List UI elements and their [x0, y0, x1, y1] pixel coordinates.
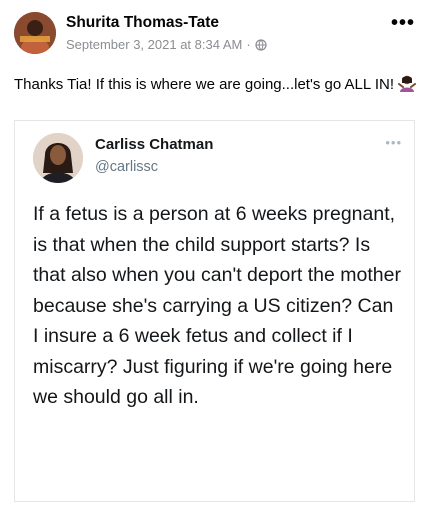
embedded-tweet[interactable]: Carliss Chatman @carlissc ••• If a fetus…	[14, 120, 415, 502]
meta-separator: ·	[246, 37, 251, 52]
post-timestamp[interactable]: September 3, 2021 at 8:34 AM	[66, 37, 242, 52]
woman-gesturing-icon	[398, 75, 416, 92]
post-header: Shurita Thomas-Tate September 3, 2021 at…	[0, 0, 429, 62]
tweet-more-options-button[interactable]: •••	[385, 135, 402, 150]
post-meta: September 3, 2021 at 8:34 AM ·	[66, 37, 267, 52]
author-name[interactable]: Shurita Thomas-Tate	[66, 14, 219, 32]
post-caption: Thanks Tia! If this is where we are goin…	[14, 74, 419, 95]
tweet-author-avatar[interactable]	[33, 133, 83, 183]
tweet-text: If a fetus is a person at 6 weeks pregna…	[33, 203, 401, 408]
tweet-author-name[interactable]: Carliss Chatman	[95, 136, 213, 153]
tweet-author-handle[interactable]: @carlissc	[95, 159, 158, 175]
tweet-avatar-photo-icon	[33, 133, 83, 183]
caption-text: Thanks Tia! If this is where we are goin…	[14, 76, 394, 93]
globe-icon[interactable]	[255, 38, 267, 51]
avatar-photo-icon	[14, 12, 56, 54]
facebook-post: Shurita Thomas-Tate September 3, 2021 at…	[0, 0, 429, 512]
more-options-button[interactable]: •••	[391, 13, 415, 33]
author-avatar[interactable]	[14, 12, 56, 54]
